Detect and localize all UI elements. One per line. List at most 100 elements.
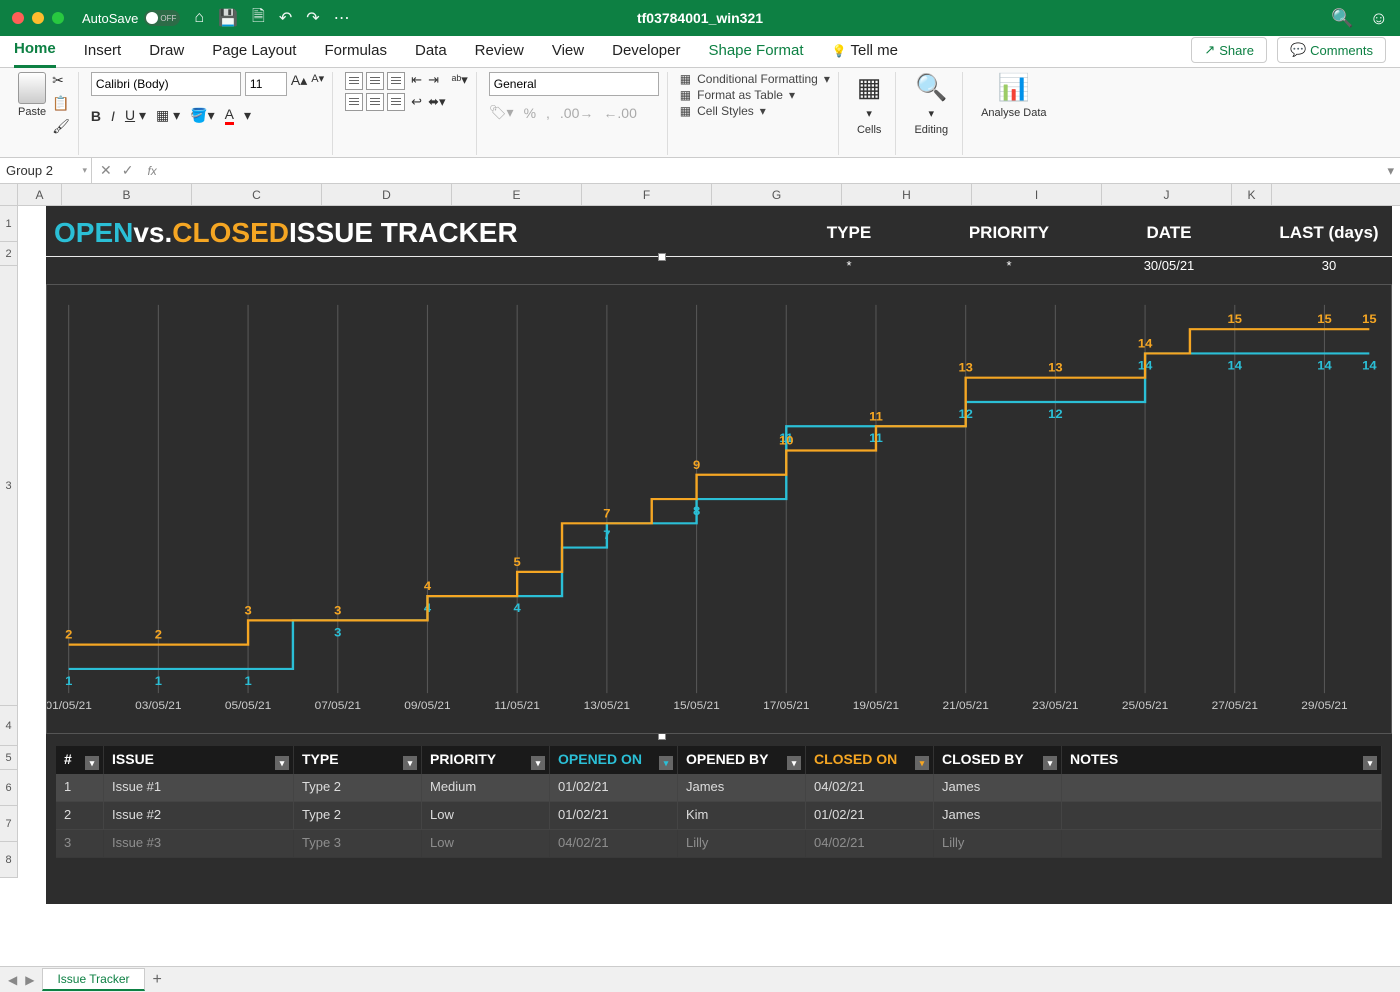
table-cell[interactable]: Type 3 bbox=[294, 830, 422, 858]
table-header-cell[interactable]: OPENED ON bbox=[550, 746, 678, 774]
table-row[interactable]: 2Issue #2Type 2Low01/02/21Kim01/02/21Jam… bbox=[56, 802, 1382, 830]
table-cell[interactable]: Medium bbox=[422, 774, 550, 802]
formula-input[interactable] bbox=[157, 158, 1382, 183]
table-cell[interactable]: Low bbox=[422, 830, 550, 858]
currency-icon[interactable]: 🏷▾ bbox=[489, 104, 514, 121]
italic-button[interactable]: I bbox=[111, 108, 115, 124]
tracker-chart[interactable]: 01/05/2103/05/2105/05/2107/05/2109/05/21… bbox=[46, 284, 1392, 734]
tab-review[interactable]: Review bbox=[475, 36, 524, 67]
table-cell[interactable]: Low bbox=[422, 802, 550, 830]
sheet-nav-next[interactable]: ▶ bbox=[25, 973, 34, 987]
tab-insert[interactable]: Insert bbox=[84, 36, 122, 67]
filter-value-priority[interactable]: * bbox=[954, 258, 1064, 282]
merge-button[interactable]: ⬌▾ bbox=[428, 94, 445, 110]
paste-button[interactable]: Paste bbox=[18, 72, 46, 118]
editing-button[interactable]: 🔍▾Editing bbox=[908, 72, 954, 136]
table-cell[interactable]: 04/02/21 bbox=[550, 830, 678, 858]
filter-value-last[interactable]: 30 bbox=[1274, 258, 1384, 282]
cut-icon[interactable]: ✂ bbox=[52, 72, 70, 89]
tab-tell-me[interactable]: Tell me bbox=[832, 36, 898, 67]
table-cell[interactable]: 04/02/21 bbox=[806, 774, 934, 802]
fill-color-button[interactable]: 🪣▾ bbox=[190, 107, 214, 124]
autosave-toggle[interactable]: AutoSave OFF bbox=[82, 10, 180, 26]
increase-decimal-icon[interactable]: .00→ bbox=[560, 105, 593, 121]
table-header-cell[interactable]: OPENED BY bbox=[678, 746, 806, 774]
table-header-cell[interactable]: CLOSED ON bbox=[806, 746, 934, 774]
table-cell[interactable]: 01/02/21 bbox=[806, 802, 934, 830]
search-icon[interactable]: 🔍 bbox=[1331, 8, 1353, 29]
zoom-window[interactable] bbox=[52, 12, 64, 24]
cancel-formula-icon[interactable]: ✕ bbox=[100, 162, 112, 179]
percent-icon[interactable]: % bbox=[524, 105, 536, 121]
cell-styles-button[interactable]: ▦ Cell Styles ▾ bbox=[680, 104, 830, 118]
table-cell[interactable]: James bbox=[934, 802, 1062, 830]
tab-home[interactable]: Home bbox=[14, 34, 56, 68]
undo-icon[interactable]: ↶ bbox=[279, 8, 292, 28]
table-header-cell[interactable]: ISSUE bbox=[104, 746, 294, 774]
table-cell[interactable]: Type 2 bbox=[294, 774, 422, 802]
tab-draw[interactable]: Draw bbox=[149, 36, 184, 67]
table-cell[interactable]: Issue #1 bbox=[104, 774, 294, 802]
tab-data[interactable]: Data bbox=[415, 36, 447, 67]
font-size-select[interactable] bbox=[245, 72, 287, 96]
conditional-formatting-button[interactable]: ▦ Conditional Formatting ▾ bbox=[680, 72, 830, 86]
table-cell[interactable]: Kim bbox=[678, 802, 806, 830]
home-icon[interactable]: ⌂ bbox=[194, 9, 204, 27]
table-header-cell[interactable]: CLOSED BY bbox=[934, 746, 1062, 774]
analyse-data-button[interactable]: 📊Analyse Data bbox=[975, 72, 1052, 119]
increase-indent-icon[interactable]: ⇥ bbox=[428, 72, 445, 88]
tab-view[interactable]: View bbox=[552, 36, 584, 67]
add-sheet-button[interactable]: + bbox=[153, 971, 162, 989]
tab-shape-format[interactable]: Shape Format bbox=[708, 36, 803, 67]
column-headers[interactable]: ABCDEFGHIJK bbox=[0, 184, 1400, 206]
wrap-text-icon[interactable]: ↩ bbox=[411, 94, 422, 110]
table-header-cell[interactable]: # bbox=[56, 746, 104, 774]
decrease-indent-icon[interactable]: ⇤ bbox=[411, 72, 422, 88]
sheet-tab-issue-tracker[interactable]: Issue Tracker bbox=[42, 968, 144, 991]
number-format-select[interactable] bbox=[489, 72, 659, 96]
alignment-grid[interactable] bbox=[345, 72, 405, 111]
share-button[interactable]: ↗ Share bbox=[1191, 37, 1267, 63]
tab-page-layout[interactable]: Page Layout bbox=[212, 36, 296, 67]
minimize-window[interactable] bbox=[32, 12, 44, 24]
enter-formula-icon[interactable]: ✓ bbox=[122, 162, 134, 179]
table-cell[interactable]: 01/02/21 bbox=[550, 774, 678, 802]
table-cell[interactable]: Issue #2 bbox=[104, 802, 294, 830]
table-cell[interactable] bbox=[1062, 802, 1382, 830]
account-icon[interactable]: ☺ bbox=[1370, 8, 1388, 29]
copy-icon[interactable]: 📋 bbox=[52, 95, 70, 112]
decrease-decimal-icon[interactable]: ←.00 bbox=[603, 105, 636, 121]
bold-button[interactable]: B bbox=[91, 108, 101, 124]
table-cell[interactable] bbox=[1062, 830, 1382, 858]
save-icon[interactable]: 💾 bbox=[218, 8, 238, 28]
comma-icon[interactable]: , bbox=[546, 105, 550, 121]
table-cell[interactable]: James bbox=[678, 774, 806, 802]
table-header-cell[interactable]: PRIORITY bbox=[422, 746, 550, 774]
orientation-icon[interactable]: ᵃᵇ▾ bbox=[451, 72, 467, 88]
increase-font-icon[interactable]: A▴ bbox=[291, 72, 307, 96]
table-header-cell[interactable]: TYPE bbox=[294, 746, 422, 774]
table-cell[interactable]: Issue #3 bbox=[104, 830, 294, 858]
selection-handle[interactable] bbox=[658, 253, 666, 261]
name-box[interactable]: Group 2 bbox=[0, 158, 92, 183]
cells-button[interactable]: ▦▾Cells bbox=[851, 72, 888, 136]
table-cell[interactable]: James bbox=[934, 774, 1062, 802]
filter-value-date[interactable]: 30/05/21 bbox=[1114, 258, 1224, 282]
table-row[interactable]: 1Issue #1Type 2Medium01/02/21James04/02/… bbox=[56, 774, 1382, 802]
table-cell[interactable]: Type 2 bbox=[294, 802, 422, 830]
font-color-button[interactable]: A bbox=[225, 106, 234, 125]
border-button[interactable]: ▦ ▾ bbox=[156, 107, 180, 124]
table-row[interactable]: 3Issue #3Type 3Low04/02/21Lilly04/02/21L… bbox=[56, 830, 1382, 858]
redo-icon[interactable]: ↷ bbox=[306, 8, 319, 28]
table-header-cell[interactable]: NOTES bbox=[1062, 746, 1382, 774]
font-name-select[interactable] bbox=[91, 72, 241, 96]
table-cell[interactable] bbox=[1062, 774, 1382, 802]
decrease-font-icon[interactable]: A▾ bbox=[311, 72, 324, 96]
table-cell[interactable]: 3 bbox=[56, 830, 104, 858]
filter-value-type[interactable]: * bbox=[794, 258, 904, 282]
expand-formula-icon[interactable]: ▾ bbox=[1381, 163, 1400, 179]
table-cell[interactable]: Lilly bbox=[934, 830, 1062, 858]
format-painter-icon[interactable]: 🖌 bbox=[52, 118, 70, 135]
tab-formulas[interactable]: Formulas bbox=[324, 36, 387, 67]
table-cell[interactable]: 04/02/21 bbox=[806, 830, 934, 858]
